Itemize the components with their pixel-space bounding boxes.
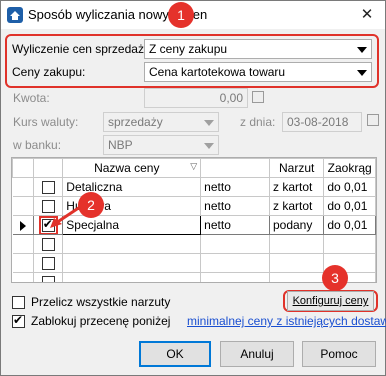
- price-type-cell[interactable]: netto: [200, 177, 270, 197]
- markup-cell[interactable]: [268, 272, 325, 282]
- price-name-cell[interactable]: [62, 234, 202, 254]
- ok-button[interactable]: OK: [139, 341, 211, 367]
- min-price-link[interactable]: minimalnej ceny z istniejących dostaw: [187, 314, 386, 328]
- app-logo-icon: [7, 7, 23, 23]
- table-row[interactable]: [12, 234, 376, 254]
- row-checkbox[interactable]: [41, 238, 55, 252]
- grid-header-type: [200, 158, 270, 178]
- price-name-cell[interactable]: [62, 253, 202, 273]
- chevron-down-icon: [204, 143, 214, 149]
- recalc-markups-checkbox[interactable]: [12, 296, 25, 309]
- exchange-rate-label: Kurs waluty:: [13, 115, 79, 129]
- markup-cell[interactable]: [268, 253, 325, 273]
- chevron-down-icon: [357, 47, 367, 53]
- annotation-badge-1: 1: [168, 2, 194, 28]
- exchange-rate-select[interactable]: sprzedaży: [103, 112, 219, 132]
- purchase-price-select[interactable]: Cena kartotekowa towaru: [144, 62, 372, 82]
- row-check-cell: [33, 177, 64, 197]
- dialog-window: Sposób wyliczania nowych cen ✕ 1 Wylicze…: [0, 0, 386, 376]
- date-label: z dnia:: [240, 115, 276, 129]
- rounding-cell[interactable]: do 0,01: [323, 177, 376, 197]
- recalc-markups-label: Przelicz wszystkie narzuty: [31, 295, 171, 309]
- price-type-cell[interactable]: [200, 272, 270, 282]
- grid-header-check: [33, 158, 64, 178]
- configure-prices-button[interactable]: Konfiguruj ceny: [287, 291, 374, 311]
- filter-icon[interactable]: ▽: [190, 161, 197, 172]
- calendar-icon[interactable]: [367, 114, 379, 126]
- lock-price-label: Zablokuj przecenę poniżej: [31, 314, 171, 328]
- row-indicator: [12, 272, 35, 282]
- price-type-cell[interactable]: [200, 234, 270, 254]
- row-indicator: [12, 253, 35, 273]
- row-indicator: [12, 196, 35, 216]
- price-type-cell[interactable]: [200, 253, 270, 273]
- grid-header-row: Nazwa ceny ▽ Narzut Zaokrąg: [12, 158, 376, 178]
- row-checkbox[interactable]: [41, 181, 55, 195]
- table-row[interactable]: Detaliczna netto z kartot do 0,01: [12, 177, 376, 197]
- chevron-down-icon: [204, 120, 214, 126]
- annotation-badge-3: 3: [322, 265, 348, 291]
- price-calc-select[interactable]: Z ceny zakupu: [144, 39, 372, 59]
- chevron-down-icon: [357, 70, 367, 76]
- markup-cell[interactable]: z kartot: [268, 196, 325, 216]
- rounding-cell[interactable]: [323, 234, 376, 254]
- markup-cell[interactable]: [268, 234, 325, 254]
- annotation-arrow-2: [50, 205, 81, 228]
- help-button[interactable]: Pomoc: [302, 341, 376, 367]
- bank-select[interactable]: NBP: [103, 135, 219, 155]
- markup-cell[interactable]: z kartot: [268, 177, 325, 197]
- price-calc-label: Wyliczenie cen sprzedaży:: [12, 42, 154, 56]
- price-type-cell[interactable]: netto: [200, 196, 270, 216]
- row-indicator: [12, 177, 35, 197]
- markup-cell[interactable]: podany: [268, 215, 325, 235]
- amount-input[interactable]: 0,00: [144, 88, 248, 108]
- row-indicator: [12, 215, 35, 235]
- table-row[interactable]: [12, 253, 376, 273]
- grid-header-name[interactable]: Nazwa ceny ▽: [62, 158, 202, 178]
- lock-price-checkbox[interactable]: [12, 313, 25, 328]
- amount-label: Kwota:: [13, 91, 50, 105]
- grid-header-rounding[interactable]: Zaokrąg: [323, 158, 376, 178]
- purchase-price-label: Ceny zakupu:: [12, 65, 86, 79]
- row-checkbox[interactable]: [41, 276, 55, 282]
- row-check-cell: [33, 272, 64, 282]
- row-check-cell: [33, 234, 64, 254]
- bank-label: w banku:: [13, 138, 62, 152]
- rounding-cell[interactable]: do 0,01: [323, 196, 376, 216]
- cancel-button[interactable]: Anuluj: [220, 341, 294, 367]
- row-pointer-icon: [19, 220, 26, 231]
- close-icon[interactable]: ✕: [357, 5, 377, 25]
- price-type-cell[interactable]: netto: [200, 215, 270, 235]
- row-checkbox[interactable]: [41, 257, 55, 271]
- grid-header-indicator: [12, 158, 35, 178]
- row-indicator: [12, 234, 35, 254]
- grid-header-markup[interactable]: Narzut: [268, 158, 325, 178]
- calculator-icon[interactable]: [252, 91, 264, 103]
- row-check-cell: [33, 253, 64, 273]
- date-input[interactable]: 03-08-2018: [282, 112, 362, 132]
- price-name-cell[interactable]: [62, 272, 202, 282]
- rounding-cell[interactable]: do 0,01: [323, 215, 376, 235]
